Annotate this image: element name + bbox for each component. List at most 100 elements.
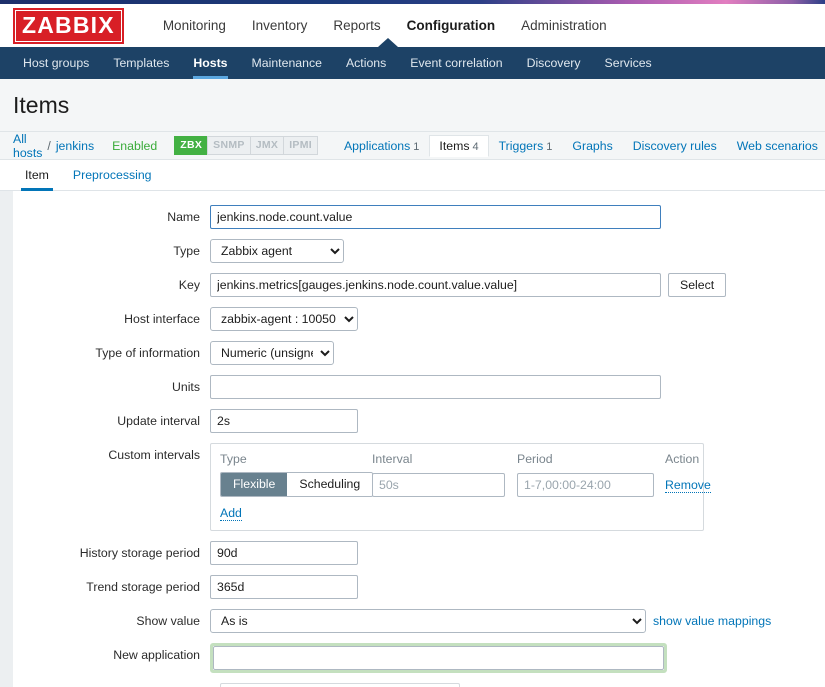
app-header: ZABBIX Monitoring Inventory Reports Conf…	[0, 4, 825, 47]
nav-item-reports[interactable]: Reports	[320, 18, 393, 33]
nav-item-configuration[interactable]: Configuration	[394, 18, 508, 33]
breadcrumb-all-hosts[interactable]: All hosts	[13, 132, 42, 160]
subnav-item-hosts[interactable]: Hosts	[181, 47, 239, 79]
field-row-new-application: New application	[13, 643, 825, 673]
label-type-of-information: Type of information	[13, 341, 210, 360]
column-header-period: Period	[517, 452, 665, 466]
nav-item-inventory[interactable]: Inventory	[239, 18, 321, 33]
form-tabs: Item Preprocessing	[0, 160, 825, 191]
entity-tab-graphs[interactable]: Graphs	[562, 135, 622, 157]
page-title-bar: Items	[0, 79, 825, 132]
field-row-type-of-information: Type of information Numeric (unsigned)	[13, 341, 825, 365]
label-units: Units	[13, 375, 210, 394]
nav-item-administration[interactable]: Administration	[508, 18, 620, 33]
field-row-trend-storage-period: Trend storage period	[13, 575, 825, 599]
entity-tab-items[interactable]: Items 4	[429, 135, 488, 157]
subnav-item-host-groups[interactable]: Host groups	[11, 47, 101, 79]
field-row-units: Units	[13, 375, 825, 399]
trend-storage-period-input[interactable]	[210, 575, 358, 599]
label-history-storage-period: History storage period	[13, 541, 210, 560]
custom-intervals-header-row: Type Interval Period Action	[220, 452, 694, 466]
custom-interval-row: Flexible Scheduling Remove	[220, 472, 694, 497]
entity-tab-discovery-rules[interactable]: Discovery rules	[623, 135, 727, 157]
label-trend-storage-period: Trend storage period	[13, 575, 210, 594]
left-gutter	[0, 191, 13, 687]
add-interval-wrap: Add	[220, 506, 694, 520]
entity-tab-web-scenarios[interactable]: Web scenarios	[727, 135, 825, 157]
update-interval-input[interactable]	[210, 409, 358, 433]
zabbix-logo[interactable]: ZABBIX	[13, 8, 124, 44]
type-of-information-select[interactable]: Numeric (unsigned)	[210, 341, 334, 365]
badge-zbx: ZBX	[174, 136, 207, 155]
interval-type-toggle[interactable]: Flexible Scheduling	[220, 472, 373, 497]
subnav-item-maintenance[interactable]: Maintenance	[240, 47, 334, 79]
field-row-type: Type Zabbix agent	[13, 239, 825, 263]
entity-tabs: Applications1 Items4 Triggers1 Graphs Di…	[334, 135, 825, 157]
badge-jmx: JMX	[250, 136, 284, 155]
field-row-host-interface: Host interface zabbix-agent : 10050	[13, 307, 825, 331]
host-interface-select[interactable]: zabbix-agent : 10050	[210, 307, 358, 331]
entity-tab-applications[interactable]: Applications1	[334, 135, 429, 157]
label-name: Name	[13, 205, 210, 224]
page-title: Items	[13, 93, 825, 117]
entity-tab-applications-label: Applications	[344, 139, 410, 153]
custom-period-input[interactable]	[517, 473, 654, 497]
entity-tab-triggers-count: 1	[546, 141, 552, 153]
type-select[interactable]: Zabbix agent	[210, 239, 344, 263]
item-form: Name Type Zabbix agent Key Select Host	[13, 191, 825, 687]
sub-navigation: Host groups Templates Hosts Maintenance …	[0, 47, 825, 79]
entity-tab-triggers[interactable]: Triggers1	[489, 135, 563, 157]
label-key: Key	[13, 273, 210, 292]
add-interval-link[interactable]: Add	[220, 506, 242, 521]
column-header-action: Action	[665, 452, 699, 466]
history-storage-period-input[interactable]	[210, 541, 358, 565]
key-input[interactable]	[210, 273, 661, 297]
field-row-custom-intervals: Custom intervals Type Interval Period Ac…	[13, 443, 825, 531]
subnav-item-actions[interactable]: Actions	[334, 47, 398, 79]
main-navigation: Monitoring Inventory Reports Configurati…	[150, 18, 620, 33]
field-row-update-interval: Update interval	[13, 409, 825, 433]
entity-tab-triggers-label: Triggers	[499, 139, 544, 153]
toggle-option-scheduling[interactable]: Scheduling	[287, 473, 372, 496]
label-update-interval: Update interval	[13, 409, 210, 428]
show-value-mappings-link[interactable]: show value mappings	[653, 614, 771, 628]
subnav-item-discovery[interactable]: Discovery	[515, 47, 593, 79]
breadcrumb-host-jenkins[interactable]: jenkins	[56, 139, 94, 153]
tab-item[interactable]: Item	[13, 160, 61, 190]
entity-tab-applications-count: 1	[413, 141, 419, 153]
label-type: Type	[13, 239, 210, 258]
column-header-interval: Interval	[372, 452, 517, 466]
key-select-button[interactable]: Select	[668, 273, 726, 297]
entity-tab-items-label: Items	[439, 139, 469, 153]
badge-ipmi: IPMI	[283, 136, 318, 155]
custom-intervals-table: Type Interval Period Action Flexible Sch…	[210, 443, 704, 531]
interface-badges: ZBX SNMP JMX IPMI	[174, 136, 318, 155]
breadcrumb-separator: /	[47, 139, 50, 153]
field-row-name: Name	[13, 205, 825, 229]
units-input[interactable]	[210, 375, 661, 399]
breadcrumb-bar: All hosts / jenkins Enabled ZBX SNMP JMX…	[0, 132, 825, 160]
subnav-item-templates[interactable]: Templates	[101, 47, 181, 79]
nav-item-monitoring[interactable]: Monitoring	[150, 18, 239, 33]
toggle-option-flexible[interactable]: Flexible	[221, 473, 287, 496]
remove-interval-link[interactable]: Remove	[665, 478, 711, 493]
field-row-show-value: Show value As is show value mappings	[13, 609, 825, 633]
label-new-application: New application	[13, 643, 210, 662]
subnav-item-services[interactable]: Services	[593, 47, 664, 79]
host-status-badge: Enabled	[112, 139, 157, 153]
new-application-highlight	[210, 643, 667, 673]
field-row-history-storage-period: History storage period	[13, 541, 825, 565]
label-show-value: Show value	[13, 609, 210, 628]
tab-preprocessing[interactable]: Preprocessing	[61, 160, 164, 190]
subnav-item-event-correlation[interactable]: Event correlation	[398, 47, 514, 79]
custom-interval-input[interactable]	[372, 473, 505, 497]
badge-snmp: SNMP	[207, 136, 250, 155]
field-row-key: Key Select	[13, 273, 825, 297]
new-application-input[interactable]	[213, 646, 664, 670]
label-host-interface: Host interface	[13, 307, 210, 326]
column-header-type: Type	[220, 452, 372, 466]
entity-tab-items-count: 4	[473, 141, 479, 153]
name-input[interactable]	[210, 205, 661, 229]
applications-multiselect-partial[interactable]	[220, 683, 460, 687]
show-value-select[interactable]: As is	[210, 609, 646, 633]
